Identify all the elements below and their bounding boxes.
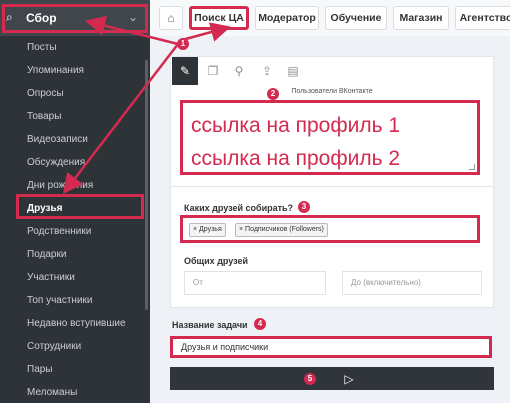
friends-highlight [16, 194, 144, 219]
tab-audience-search[interactable]: Поиск ЦА [189, 6, 249, 30]
tag-followers-label: Подписчиков (Followers) [245, 226, 324, 233]
run-button[interactable]: ▷ [170, 367, 494, 390]
friends-type-select[interactable]: × Друзья × Подписчиков (Followers) [180, 215, 480, 243]
tab-agency[interactable]: Агентство [455, 6, 510, 30]
sidebar-item-videos[interactable]: Видеозаписи [0, 128, 150, 151]
sidebar-item-discussions[interactable]: Обсуждения [0, 151, 150, 174]
sidebar-header-highlight [2, 4, 148, 33]
sidebar-item-polls[interactable]: Опросы [0, 82, 150, 105]
divider [170, 186, 494, 187]
friends-type-label: Каких друзей собирать? [184, 203, 294, 213]
upload-icon[interactable]: ⇪ [254, 57, 280, 85]
common-friends-label: Общих друзей [184, 256, 249, 266]
step-badge-5: 5 [304, 373, 316, 385]
tab-moderator[interactable]: Модератор [255, 6, 319, 30]
sidebar-item-staff[interactable]: Сотрудники [0, 335, 150, 358]
step-badge-2: 2 [267, 88, 279, 100]
common-to-input[interactable]: До (включительно) [342, 271, 482, 295]
tag-friends-label: Друзья [199, 226, 222, 233]
profile-links-textarea[interactable]: ссылка на профиль 1 ссылка на профиль 2 [180, 100, 480, 175]
task-name-label: Название задачи [172, 320, 248, 330]
top-tabs: ⌂ Поиск ЦА Модератор Обучение Магазин Аг… [150, 0, 510, 36]
sidebar-scrollbar[interactable] [145, 60, 148, 310]
task-name-input[interactable]: Друзья и подписчики [170, 336, 492, 358]
source-label: Пользователи ВКонтакте [291, 88, 373, 95]
sidebar-item-members[interactable]: Участники [0, 266, 150, 289]
sidebar-item-music-lovers[interactable]: Меломаны [0, 381, 150, 403]
step-badge-4: 4 [254, 318, 266, 330]
sidebar-item-mentions[interactable]: Упоминания [0, 59, 150, 82]
step-badge-3: 3 [298, 201, 310, 213]
resize-handle[interactable] [469, 164, 475, 170]
home-icon: ⌂ [167, 11, 175, 25]
common-from-input[interactable]: От [184, 271, 326, 295]
sidebar-item-top-members[interactable]: Топ участники [0, 289, 150, 312]
edit-icon[interactable]: ✎ [172, 57, 198, 85]
tag-followers[interactable]: × Подписчиков (Followers) [235, 223, 328, 237]
tab-shop[interactable]: Магазин [393, 6, 449, 30]
sidebar-item-recent-joined[interactable]: Недавно вступившие [0, 312, 150, 335]
sidebar-item-products[interactable]: Товары [0, 105, 150, 128]
tab-learning[interactable]: Обучение [325, 6, 387, 30]
copy-icon[interactable]: ❐ [200, 57, 226, 85]
tag-friends[interactable]: × Друзья [189, 223, 226, 237]
location-icon[interactable]: ⚲ [226, 57, 252, 85]
sidebar-item-relatives[interactable]: Родственники [0, 220, 150, 243]
sidebar-item-gifts[interactable]: Подарки [0, 243, 150, 266]
sidebar-item-couples[interactable]: Пары [0, 358, 150, 381]
profile-link-line-2: ссылка на профиль 2 [191, 147, 401, 170]
sidebar-item-posts[interactable]: Посты [0, 36, 150, 59]
home-tab[interactable]: ⌂ [159, 6, 183, 30]
book-icon[interactable]: ▤ [280, 57, 306, 85]
step-badge-1: 1 [177, 38, 189, 50]
profile-link-line-1: ссылка на профиль 1 [191, 114, 401, 137]
sidebar-list: Посты Упоминания Опросы Товары Видеозапи… [0, 36, 150, 403]
play-icon: ▷ [344, 371, 354, 386]
